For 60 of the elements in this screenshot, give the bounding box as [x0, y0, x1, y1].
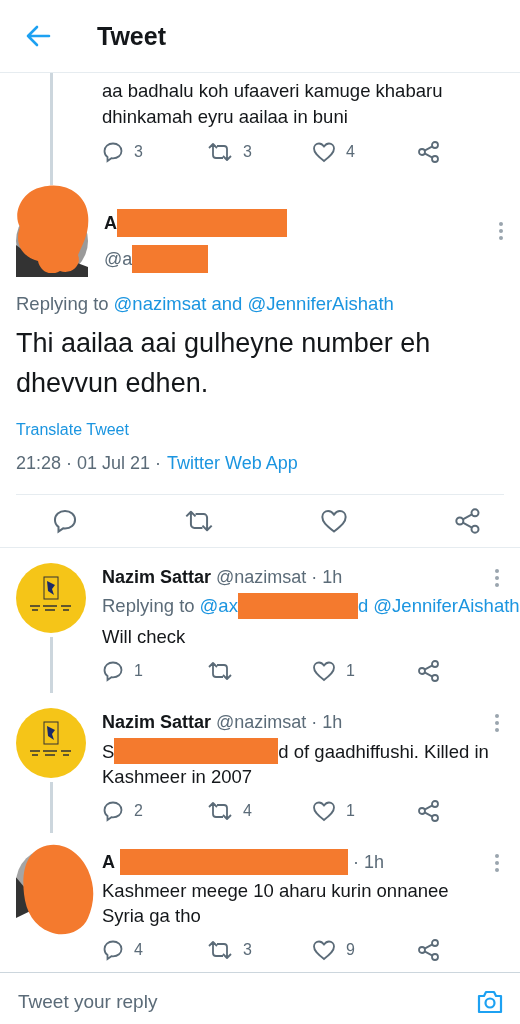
- tweet-text: Will check: [102, 625, 187, 649]
- tweet-text: Kashmeer in 2007: [102, 765, 254, 789]
- logo-avatar-icon[interactable]: [16, 563, 86, 633]
- count-label: 3: [134, 143, 143, 161]
- page-title: Tweet: [97, 21, 166, 51]
- share-icon[interactable]: [417, 799, 441, 823]
- like-icon[interactable]: [312, 141, 336, 163]
- like-icon[interactable]: [312, 800, 336, 822]
- count-label: 4: [243, 802, 252, 820]
- user-handle: @nazimsat · 1h: [216, 566, 343, 588]
- user-name: Nazim Sattar: [102, 566, 212, 588]
- reply-icon[interactable]: [102, 141, 124, 163]
- count-label: 4: [346, 143, 355, 161]
- camera-icon[interactable]: [476, 989, 504, 1015]
- timestamp: 21:28 · 01 Jul 21 ·: [16, 453, 162, 474]
- user-name: A: [102, 851, 115, 873]
- share-icon[interactable]: [417, 140, 441, 164]
- count-label: 2: [134, 802, 143, 820]
- source-link[interactable]: Twitter Web App: [167, 453, 298, 474]
- user-name: Nazim Sattar: [102, 711, 212, 733]
- user-name: A: [104, 212, 117, 234]
- reply-icon[interactable]: [102, 800, 124, 822]
- like-icon[interactable]: [312, 660, 336, 682]
- back-icon[interactable]: [25, 25, 51, 47]
- user-handle: · 1h: [353, 851, 385, 873]
- count-label: 3: [243, 143, 252, 161]
- tweet-text: Kashmeer meege 10 aharu kurin onnanee Syria ga tho: [102, 879, 450, 928]
- logo-avatar-icon[interactable]: [16, 708, 86, 778]
- share-icon[interactable]: [417, 938, 441, 962]
- share-icon[interactable]: [417, 659, 441, 683]
- retweet-icon[interactable]: [207, 660, 233, 682]
- count-label: 1: [346, 662, 355, 680]
- replying-label: Replying to: [102, 595, 195, 617]
- tweet-text: d of gaadhiffushi. Killed in: [278, 739, 489, 764]
- user-handle: @nazimsat · 1h: [216, 711, 343, 733]
- share-icon[interactable]: [454, 507, 482, 535]
- mention-link[interactable]: d @JenniferAishath: [357, 595, 520, 617]
- count-label: 3: [243, 941, 252, 959]
- tweet-text: Thi aailaa aai gulheyne number eh dhevvun edhen.: [16, 327, 432, 400]
- mention-link[interactable]: @nazimsat and @JenniferAishath: [113, 293, 394, 315]
- translate-link[interactable]: Translate Tweet: [16, 421, 504, 439]
- count-label: 1: [346, 802, 355, 820]
- like-icon[interactable]: [320, 508, 348, 534]
- reply-icon[interactable]: [102, 660, 124, 682]
- reply-field[interactable]: Tweet your reply: [16, 990, 476, 1014]
- retweet-icon[interactable]: [184, 508, 214, 534]
- like-icon[interactable]: [312, 939, 336, 961]
- count-label: 1: [134, 662, 143, 680]
- reply-icon[interactable]: [52, 508, 78, 534]
- retweet-icon[interactable]: [207, 800, 233, 822]
- retweet-icon[interactable]: [207, 141, 233, 163]
- reply-icon[interactable]: [102, 939, 124, 961]
- replying-label: Replying to: [16, 293, 109, 315]
- count-label: 9: [346, 941, 355, 959]
- count-label: 4: [134, 941, 143, 959]
- user-handle: @a: [104, 248, 133, 270]
- mention-link[interactable]: @ax: [199, 595, 238, 617]
- tweet-text: S: [102, 739, 115, 764]
- retweet-icon[interactable]: [207, 939, 233, 961]
- tweet-text: aa badhalu koh ufaaveri kamuge khabaru dhinkamah eyru aailaa in buni: [102, 79, 444, 129]
